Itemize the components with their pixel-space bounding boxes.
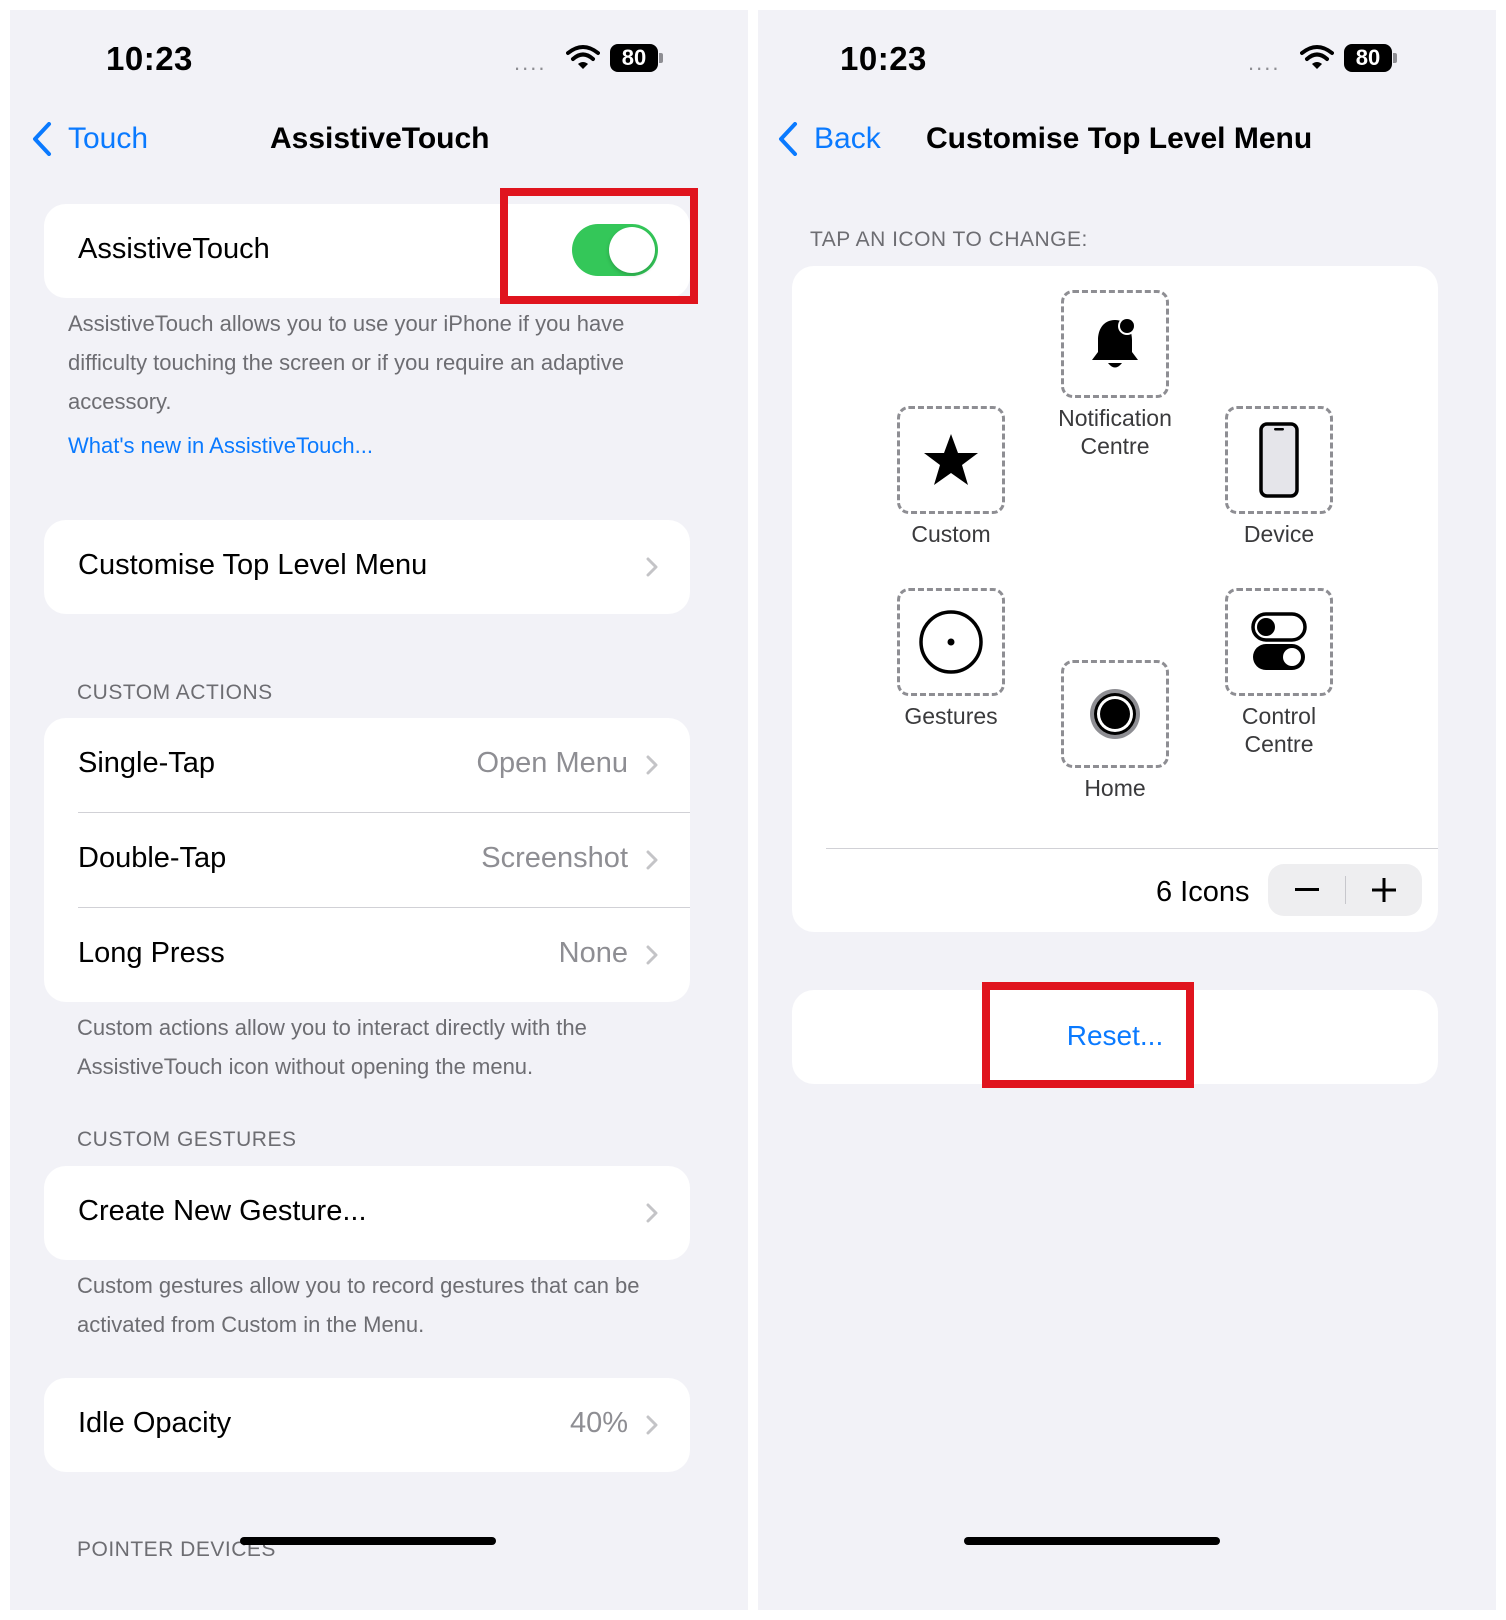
control-label-line-1: Control — [1241, 703, 1317, 729]
long-press-value: None — [558, 937, 628, 969]
chevron-right-icon — [646, 1203, 658, 1223]
battery-tip — [659, 53, 663, 63]
battery-tip — [1393, 53, 1397, 63]
single-tap-label: Single-Tap — [78, 747, 216, 779]
single-tap-row[interactable]: Single-Tap Open Menu — [44, 718, 690, 812]
create-new-gesture-row[interactable]: Create New Gesture... — [44, 1166, 690, 1260]
control-label-line-2: Centre — [1244, 731, 1314, 757]
idle-opacity-row[interactable]: Idle Opacity 40% — [44, 1378, 690, 1472]
single-tap-value: Open Menu — [476, 747, 628, 779]
home-slot[interactable] — [1061, 660, 1169, 768]
double-tap-value: Screenshot — [481, 842, 628, 874]
custom-slot[interactable] — [897, 406, 1005, 514]
custom-actions-header: CUSTOM ACTIONS — [77, 681, 273, 704]
control-centre-slot[interactable] — [1225, 588, 1333, 696]
highlight-box-toggle — [500, 188, 698, 304]
notification-label-line-1: Notification — [1058, 405, 1172, 431]
icon-menu-card: Notification Centre Custom Device Gestur… — [792, 266, 1438, 932]
device-slot[interactable] — [1225, 406, 1333, 514]
notification-centre-slot[interactable] — [1061, 290, 1169, 398]
long-press-label: Long Press — [78, 937, 225, 969]
device-label: Device — [1243, 521, 1315, 547]
toggles-icon — [1251, 612, 1307, 670]
chevron-right-icon — [646, 850, 658, 870]
back-button-label: Back — [814, 122, 881, 155]
custom-actions-group: Single-Tap Open Menu Double-Tap Screensh… — [44, 718, 690, 1002]
circle-dot-icon — [919, 610, 983, 674]
chevron-right-icon — [646, 755, 658, 775]
double-tap-label: Double-Tap — [78, 842, 227, 874]
home-indicator[interactable] — [964, 1537, 1220, 1545]
idle-opacity-value: 40% — [569, 1407, 628, 1439]
notification-label-line-2: Centre — [1080, 433, 1150, 459]
battery-icon: 80 — [1344, 44, 1392, 72]
highlight-box-reset — [982, 982, 1194, 1088]
cellular-signal-icon: .... — [514, 50, 547, 75]
home-indicator[interactable] — [240, 1537, 496, 1545]
star-icon — [924, 434, 978, 485]
idle-opacity-label: Idle Opacity — [78, 1407, 232, 1439]
custom-gestures-footnote: Custom gestures allow you to record gest… — [77, 1273, 640, 1337]
decrement-button[interactable] — [1268, 864, 1345, 916]
back-button[interactable]: Touch — [32, 118, 172, 168]
assistivetouch-row-label: AssistiveTouch — [78, 233, 270, 265]
custom-gestures-header: CUSTOM GESTURES — [77, 1128, 297, 1151]
chevron-right-icon — [646, 557, 658, 577]
home-button-icon — [1090, 689, 1140, 739]
wifi-icon — [1300, 45, 1334, 69]
gestures-slot[interactable] — [897, 588, 1005, 696]
minus-icon — [1294, 888, 1319, 891]
home-label: Home — [1084, 775, 1146, 801]
plus-icon — [1372, 878, 1396, 902]
status-time: 10:23 — [106, 40, 193, 77]
gestures-label: Gestures — [904, 703, 998, 729]
page-title: AssistiveTouch — [270, 122, 490, 155]
customise-menu-screen: 10:23 .... 80 Back Customise Top Level M… — [758, 10, 1496, 1610]
back-button-label: Touch — [68, 122, 149, 155]
chevron-right-icon — [646, 945, 658, 965]
tap-icon-header: TAP AN ICON TO CHANGE: — [810, 228, 1088, 251]
customise-row-label: Customise Top Level Menu — [78, 549, 428, 581]
double-tap-row[interactable]: Double-Tap Screenshot — [44, 813, 690, 907]
bell-icon — [1092, 317, 1138, 368]
iphone-icon — [1259, 422, 1299, 498]
status-time: 10:23 — [840, 40, 927, 77]
chevron-left-icon — [33, 122, 51, 156]
wifi-icon — [566, 45, 600, 69]
page-title: Customise Top Level Menu — [926, 122, 1313, 155]
battery-icon: 80 — [610, 44, 658, 72]
long-press-row[interactable]: Long Press None — [44, 908, 690, 1002]
custom-actions-footnote: Custom actions allow you to interact dir… — [77, 1015, 587, 1079]
cellular-signal-icon: .... — [1248, 50, 1281, 75]
assistivetouch-footnote: AssistiveTouch allows you to use your iP… — [68, 311, 625, 414]
increment-button[interactable] — [1346, 864, 1422, 916]
create-gesture-label: Create New Gesture... — [78, 1195, 367, 1227]
icon-count-stepper — [1268, 864, 1422, 916]
control-centre-label: Control Centre — [1195, 702, 1363, 758]
customise-top-level-menu-row[interactable]: Customise Top Level Menu — [44, 520, 690, 614]
chevron-left-icon — [779, 122, 797, 156]
whats-new-link[interactable]: What's new in AssistiveTouch... — [68, 433, 373, 459]
custom-label: Custom — [911, 521, 991, 547]
chevron-right-icon — [646, 1415, 658, 1435]
card-divider — [826, 848, 1438, 849]
assistivetouch-settings-screen: 10:23 .... 80 Touch AssistiveTouch Assis… — [10, 10, 748, 1610]
icon-count-label: 6 Icons — [1156, 876, 1250, 908]
notification-centre-label: Notification Centre — [1031, 404, 1199, 460]
back-button[interactable]: Back — [778, 118, 918, 168]
